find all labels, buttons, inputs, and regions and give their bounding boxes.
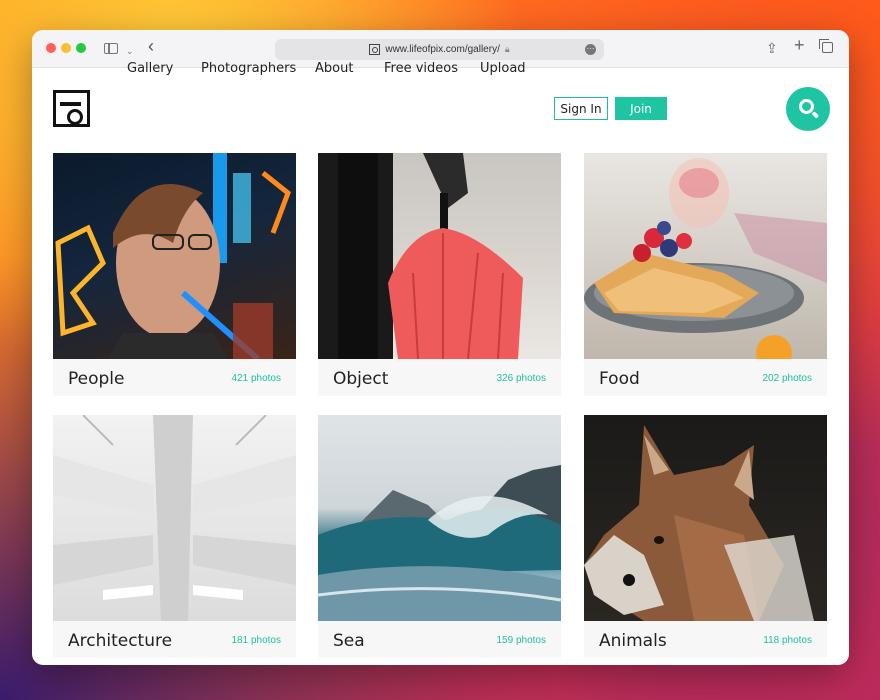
photo-count: 421 photos: [231, 373, 282, 384]
sidebar-icon[interactable]: [104, 43, 118, 54]
photo-count: 202 photos: [762, 373, 813, 384]
category-card-sea[interactable]: Sea 159 photos: [318, 415, 561, 658]
photo-count: 181 photos: [231, 635, 282, 646]
nav-about[interactable]: About: [315, 61, 353, 76]
close-window-button[interactable]: [46, 43, 56, 53]
nav-upload[interactable]: Upload: [480, 61, 526, 76]
new-tab-icon[interactable]: +: [794, 36, 805, 54]
tab-overview-icon[interactable]: [819, 39, 833, 53]
category-name: Architecture: [68, 631, 173, 651]
nav-gallery[interactable]: Gallery: [127, 61, 173, 76]
category-name: Food: [599, 369, 640, 389]
browser-window: ⌄ ‹ www.lifeofpix.com/gallery/ 🔒︎ ··· ⇪ …: [32, 30, 849, 665]
people-photo: [53, 153, 296, 359]
category-name: Animals: [599, 631, 667, 651]
photo-count: 159 photos: [496, 635, 547, 646]
share-icon[interactable]: ⇪: [766, 40, 778, 56]
category-card-architecture[interactable]: Architecture 181 photos: [53, 415, 296, 658]
category-card-animals[interactable]: Animals 118 photos: [584, 415, 827, 658]
category-card-object[interactable]: Object 326 photos: [318, 153, 561, 396]
category-name: Object: [333, 369, 389, 389]
site-header: [32, 68, 849, 152]
category-card-people[interactable]: People 421 photos: [53, 153, 296, 396]
join-button[interactable]: Join: [615, 97, 667, 120]
sea-photo: [318, 415, 561, 621]
zoom-window-button[interactable]: [76, 43, 86, 53]
category-name: Sea: [333, 631, 365, 651]
sign-in-button[interactable]: Sign In: [554, 97, 608, 120]
more-options-icon[interactable]: ···: [585, 44, 596, 55]
category-card-food[interactable]: Food 202 photos: [584, 153, 827, 396]
photo-count: 326 photos: [496, 373, 547, 384]
object-photo: [318, 153, 561, 359]
search-button[interactable]: [786, 87, 830, 131]
lock-icon: 🔒︎: [504, 44, 510, 54]
food-photo: [584, 153, 827, 359]
site-favicon-icon: [369, 44, 381, 55]
architecture-photo: [53, 415, 296, 621]
lifeofpix-logo[interactable]: [53, 90, 90, 127]
category-name: People: [68, 369, 125, 389]
back-button[interactable]: ‹: [148, 37, 154, 55]
url-text: www.lifeofpix.com/gallery/: [385, 44, 500, 55]
chevron-down-icon[interactable]: ⌄: [126, 43, 134, 59]
animals-photo: [584, 415, 827, 621]
nav-photographers[interactable]: Photographers: [201, 61, 296, 76]
address-bar[interactable]: www.lifeofpix.com/gallery/ 🔒︎ ···: [275, 39, 604, 60]
minimize-window-button[interactable]: [61, 43, 71, 53]
photo-count: 118 photos: [763, 635, 812, 646]
nav-free-videos[interactable]: Free videos: [384, 61, 458, 76]
